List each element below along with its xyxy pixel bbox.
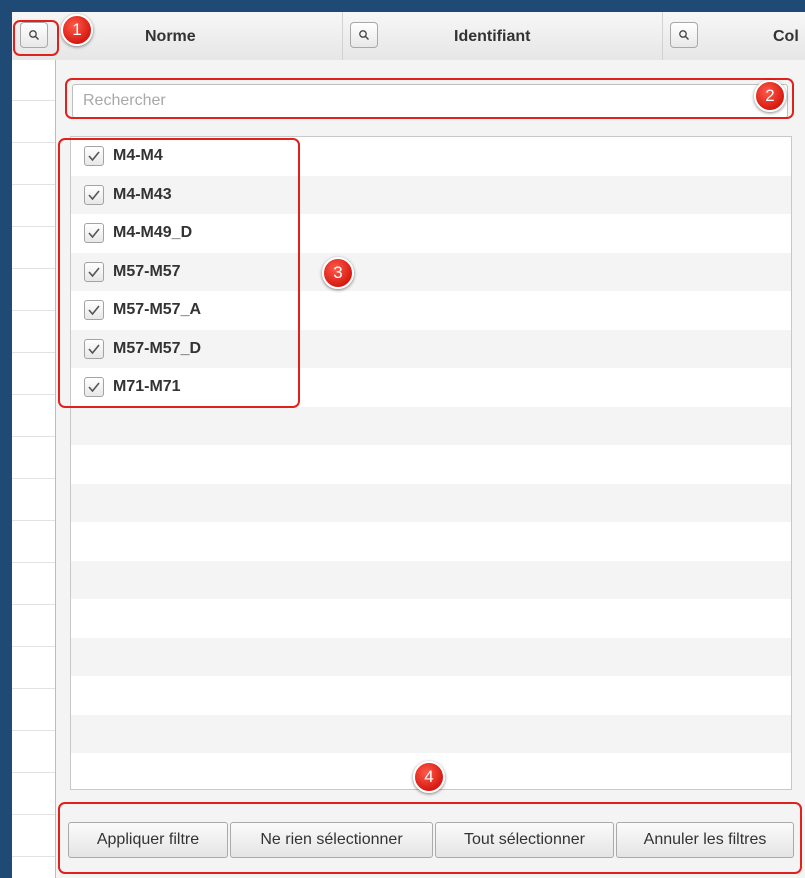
list-stripe <box>71 637 791 676</box>
filter-button-col[interactable] <box>670 22 698 48</box>
annotation-box-2 <box>65 78 794 119</box>
row-divider <box>12 310 55 311</box>
annotation-badge-3: 3 <box>322 257 354 289</box>
row-divider <box>12 814 55 815</box>
search-icon <box>679 30 689 40</box>
annotation-box-1 <box>13 20 59 56</box>
annotation-badge-4: 4 <box>413 761 445 793</box>
table-header: Norme Identifiant Col <box>12 12 805 61</box>
row-divider <box>12 856 55 857</box>
annotation-badge-1: 1 <box>61 14 93 46</box>
row-divider <box>12 394 55 395</box>
column-header-label: Norme <box>145 28 196 45</box>
row-divider <box>12 520 55 521</box>
annotation-box-3 <box>58 138 300 408</box>
annotation-box-4 <box>58 802 802 874</box>
row-divider <box>12 352 55 353</box>
row-divider <box>12 646 55 647</box>
row-divider <box>12 268 55 269</box>
column-header-col[interactable]: Col <box>662 12 805 60</box>
list-stripe <box>71 483 791 522</box>
row-divider <box>12 772 55 773</box>
row-divider <box>12 478 55 479</box>
row-divider <box>12 730 55 731</box>
row-divider <box>12 604 55 605</box>
annotation-badge-2: 2 <box>754 80 786 112</box>
column-header-label: Identifiant <box>454 28 531 45</box>
row-divider <box>12 562 55 563</box>
list-stripe <box>71 560 791 599</box>
row-divider <box>12 226 55 227</box>
search-icon <box>359 30 369 40</box>
row-divider <box>12 436 55 437</box>
row-divider <box>12 100 55 101</box>
row-divider <box>12 142 55 143</box>
list-stripe <box>71 714 791 753</box>
row-divider <box>12 184 55 185</box>
column-header-label: Col <box>773 28 799 45</box>
filter-button-identifiant[interactable] <box>350 22 378 48</box>
row-divider <box>12 688 55 689</box>
column-header-identifiant[interactable]: Identifiant <box>342 12 663 60</box>
table-body <box>12 60 56 878</box>
list-stripe <box>71 406 791 445</box>
